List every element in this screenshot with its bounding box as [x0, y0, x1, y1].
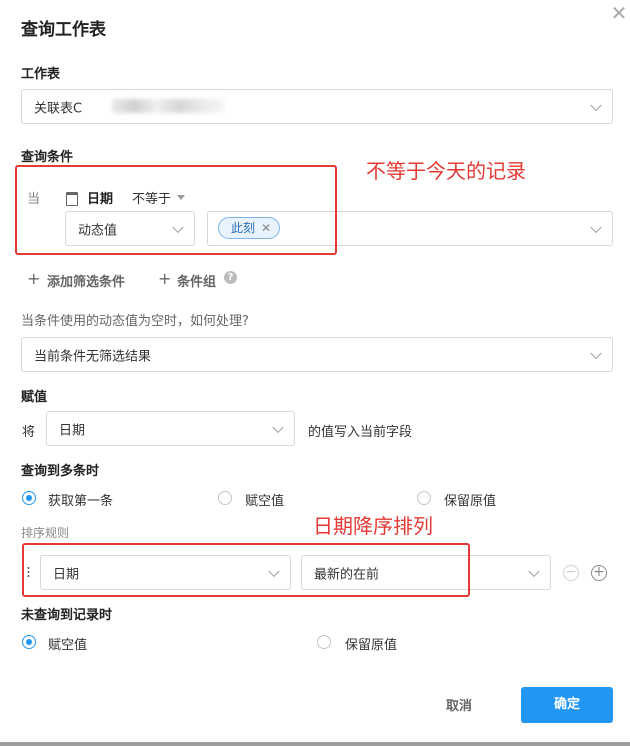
chevron-down-icon [272, 421, 284, 433]
assign-field-value: 日期 [59, 423, 86, 438]
assign-label: 赋值 [21, 390, 48, 405]
remove-rule-icon[interactable]: − [563, 565, 579, 581]
confirm-button[interactable]: 确定 [521, 687, 613, 723]
dialog-title: 查询工作表 [21, 20, 106, 40]
add-rule-icon[interactable]: + [591, 565, 607, 581]
calendar-icon [66, 192, 78, 206]
caret-down-icon[interactable] [177, 195, 185, 200]
radio-keep[interactable] [417, 491, 431, 505]
sort-order-value: 最新的在前 [314, 567, 380, 582]
radio-empty[interactable] [218, 491, 232, 505]
radio-none-keep[interactable] [317, 635, 331, 649]
radio-empty-label[interactable]: 赋空值 [245, 490, 284, 509]
chevron-down-icon [528, 565, 540, 577]
cancel-button[interactable]: 取消 [420, 697, 498, 717]
close-icon[interactable]: ✕ [609, 3, 629, 23]
multiple-label: 查询到多条时 [21, 464, 100, 479]
radio-none-empty[interactable] [22, 635, 36, 649]
radio-first-label[interactable]: 获取第一条 [48, 490, 113, 509]
worksheet-value: 关联表C [34, 101, 83, 116]
sort-order-select[interactable]: 最新的在前 [301, 555, 551, 590]
bottom-scroll-edge [0, 742, 630, 746]
plus-icon[interactable]: + [27, 271, 40, 287]
value-type-select[interactable]: 动态值 [65, 211, 195, 246]
conditions-annotation: 不等于今天的记录 [366, 159, 526, 183]
condition-field[interactable]: 日期 [87, 188, 113, 207]
tag-remove-icon[interactable]: ✕ [261, 218, 271, 238]
value-tag-label: 此刻 [231, 221, 256, 235]
help-icon[interactable]: ? [224, 271, 237, 284]
assign-prefix: 将 [22, 425, 36, 440]
radio-none-keep-label[interactable]: 保留原值 [345, 634, 397, 653]
empty-handling-select[interactable]: 当前条件无筛选结果 [21, 337, 613, 372]
sort-field-value: 日期 [53, 567, 80, 582]
condition-operator[interactable]: 不等于 [132, 188, 171, 207]
radio-keep-label[interactable]: 保留原值 [444, 490, 496, 509]
add-filter-button[interactable]: 添加筛选条件 [47, 271, 125, 290]
sort-field-select[interactable]: 日期 [40, 555, 291, 590]
empty-handling-question: 当条件使用的动态值为空时，如何处理? [21, 314, 249, 329]
chevron-down-icon [172, 221, 184, 233]
radio-none-empty-label[interactable]: 赋空值 [48, 634, 87, 653]
redacted-blur [112, 99, 224, 113]
chevron-down-icon [268, 565, 280, 577]
empty-handling-value: 当前条件无筛选结果 [34, 349, 152, 364]
sort-label: 排序规则 [21, 526, 70, 540]
none-found-label: 未查询到记录时 [21, 608, 113, 623]
worksheet-label: 工作表 [21, 67, 61, 82]
value-type-value: 动态值 [78, 223, 118, 238]
condition-when: 当 [27, 192, 41, 207]
value-tag: 此刻 ✕ [218, 217, 281, 239]
radio-first[interactable] [22, 491, 36, 505]
conditions-label: 查询条件 [21, 150, 74, 165]
assign-field-select[interactable]: 日期 [46, 411, 295, 446]
plus-icon[interactable]: + [158, 271, 171, 287]
worksheet-select[interactable]: 关联表C [21, 89, 613, 124]
chevron-down-icon [590, 347, 602, 359]
sort-annotation: 日期降序排列 [313, 514, 433, 538]
chevron-down-icon [590, 99, 602, 111]
chevron-down-icon [590, 221, 602, 233]
add-group-button[interactable]: 条件组 [177, 271, 216, 290]
drag-handle-icon[interactable] [27, 566, 30, 578]
assign-suffix: 的值写入当前字段 [308, 425, 413, 440]
